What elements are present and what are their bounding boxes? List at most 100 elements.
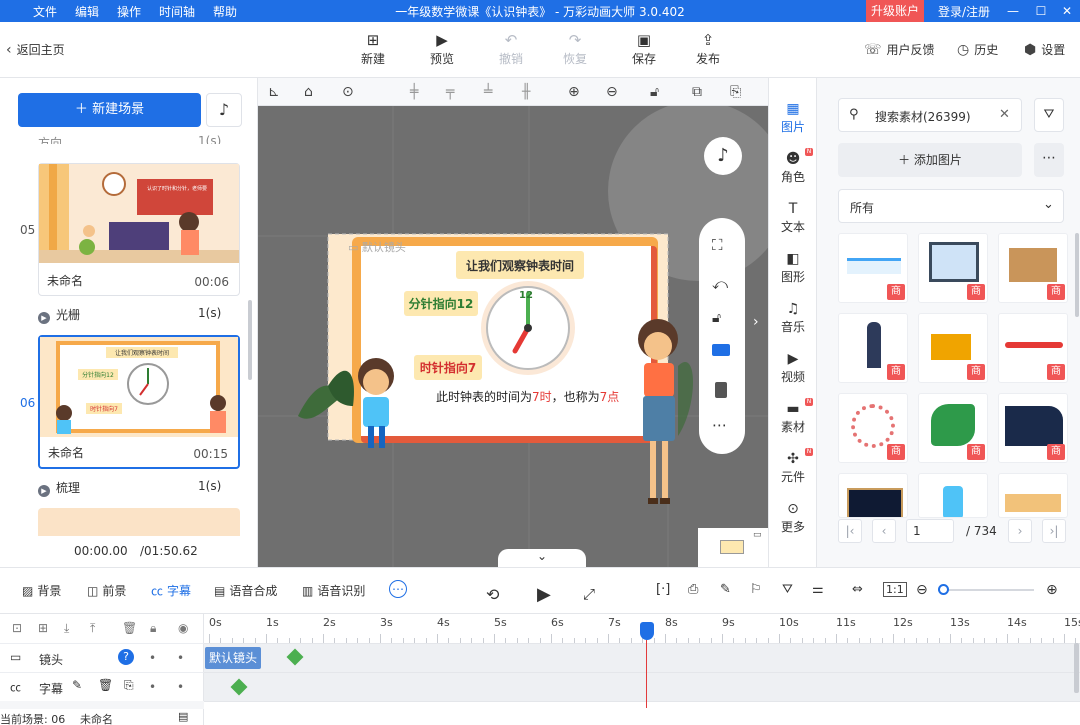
zoom-out-icon[interactable]: ⊖ — [606, 84, 618, 100]
more-circle-icon[interactable]: ⊙ — [342, 84, 354, 100]
fit-width-icon[interactable]: ⇔ — [852, 582, 863, 597]
help-icon[interactable]: ? — [118, 649, 134, 665]
feedback-button[interactable]: ☏ 用户反馈 — [864, 41, 935, 58]
publish-button[interactable]: ⇪ 发布 — [683, 30, 733, 67]
camera-icon[interactable]: ⎙ — [688, 582, 698, 597]
track-dot[interactable]: • — [149, 680, 156, 694]
replay-icon[interactable]: ⟲ — [486, 585, 499, 604]
new-scene-button[interactable]: ＋ 新建场景 — [18, 93, 201, 127]
rotate-icon[interactable]: ⤺ — [712, 275, 728, 293]
transition-row[interactable]: ▶ 梳理 — [38, 479, 80, 497]
pen-icon[interactable]: ✎ — [720, 582, 731, 597]
asset-scrollbar[interactable] — [1075, 233, 1079, 317]
fullscreen-icon[interactable]: ⤢ — [583, 585, 595, 603]
undo-button[interactable]: ↶ 撤销 — [486, 30, 536, 67]
asset-thumb[interactable]: 商 — [918, 393, 988, 463]
redo-button[interactable]: ↷ 恢复 — [550, 30, 600, 67]
asset-thumb[interactable]: 商 — [838, 313, 908, 383]
asset-thumb[interactable]: 商 — [918, 313, 988, 383]
more-button[interactable]: ⋯ — [1034, 143, 1064, 177]
transition-row[interactable]: ▶ 光栅 — [38, 306, 80, 324]
align-center-icon[interactable]: ╪ — [410, 84, 418, 100]
mini-preview[interactable]: ▭ — [698, 528, 768, 567]
zoom-out-icon[interactable]: ⊖ — [916, 582, 928, 598]
track-dot[interactable]: • — [177, 651, 184, 665]
timeline-scrollbar[interactable] — [1074, 643, 1079, 693]
category-music[interactable]: ♫ 音乐 — [769, 300, 817, 335]
last-page-icon[interactable]: ›| — [1042, 519, 1066, 543]
edit-icon[interactable]: ✎ — [72, 678, 82, 692]
hour-label[interactable]: 时针指向7 — [414, 359, 482, 376]
maximize-icon[interactable]: ☐ — [1032, 2, 1050, 20]
asset-thumb[interactable]: 商 — [998, 393, 1068, 463]
page-input[interactable]: 1 — [906, 519, 954, 543]
home-icon[interactable]: ⌂ — [304, 84, 313, 100]
track-dot[interactable]: • — [149, 651, 156, 665]
ratio-icon[interactable]: 1:1 — [883, 582, 907, 597]
asset-thumb[interactable]: 商 — [838, 393, 908, 463]
filter-button[interactable]: ⛛ — [1034, 98, 1064, 132]
scene-card-05[interactable]: 认识了时针和分针，老师要 未命名 00:06 — [38, 163, 240, 296]
import-icon[interactable]: ⎘ — [124, 678, 134, 693]
zoom-slider-track[interactable] — [938, 589, 1034, 591]
category-shape[interactable]: ◧ 图形 — [769, 250, 817, 285]
asset-thumb[interactable] — [998, 473, 1068, 518]
track-camera[interactable]: ▭ 镜头 ? • • — [0, 643, 204, 672]
move-down-icon[interactable]: ⤓ — [64, 621, 69, 636]
login-link[interactable]: 登录/注册 — [938, 3, 990, 20]
delete-icon[interactable]: 🗑︎ — [98, 678, 113, 692]
default-camera-clip[interactable]: 默认镜头 — [205, 647, 261, 669]
history-button[interactable]: ◷ 历史 — [957, 41, 998, 58]
ruler-icon[interactable]: ⊾ — [268, 84, 280, 100]
scene-card-06[interactable]: 让我们观察钟表时间 分针指向12 时针指向7 未命名 00:15 — [38, 335, 240, 469]
tts-button[interactable]: ▤ 语音合成 — [214, 582, 277, 599]
scene-music-button[interactable]: ♪ — [206, 93, 242, 127]
play-icon[interactable]: ▶ — [537, 584, 551, 605]
minute-label[interactable]: 分针指向12 — [404, 295, 478, 312]
category-text[interactable]: T 文本 — [769, 200, 817, 235]
delete-icon[interactable]: 🗑︎ — [122, 621, 137, 635]
asset-thumb[interactable]: 商 — [998, 313, 1068, 383]
collapse-button[interactable]: ⌄ — [498, 549, 586, 567]
asset-thumb[interactable] — [918, 473, 988, 518]
folder-icon[interactable]: ⊡ — [12, 621, 22, 635]
phone-icon[interactable] — [715, 382, 727, 398]
scene-name[interactable]: 未命名 — [48, 444, 84, 461]
asset-thumb[interactable]: 商 — [918, 233, 988, 303]
prev-page-icon[interactable]: ‹ — [872, 519, 896, 543]
mini-preview-icon[interactable]: ▭ — [753, 530, 762, 540]
bracket-icon[interactable]: [·] — [656, 582, 670, 597]
align-bottom-icon[interactable]: ╧ — [484, 84, 492, 100]
fit-screen-icon[interactable]: ⛶ — [712, 236, 723, 254]
search-input[interactable]: 搜索素材(26399) — [875, 108, 971, 125]
adjust-icon[interactable]: ⚌ — [812, 582, 824, 597]
settings-button[interactable]: ⬢ 设置 — [1024, 41, 1065, 58]
background-button[interactable]: ▨ 背景 — [22, 582, 61, 599]
screen-icon[interactable] — [712, 344, 730, 356]
scene-card-partial[interactable] — [38, 508, 240, 536]
track-dot[interactable]: • — [177, 680, 184, 694]
eye-icon[interactable]: ◉ — [178, 621, 188, 635]
add-keyframe-icon[interactable] — [230, 678, 248, 696]
lock-icon[interactable]: 🔓︎ — [650, 84, 659, 100]
category-more[interactable]: ⊙ 更多 — [769, 500, 817, 535]
track-subtitle[interactable]: ㏄ 字幕 ✎ 🗑︎ ⎘ • • — [0, 672, 204, 701]
asset-thumb[interactable]: 商 — [838, 233, 908, 303]
slide-title[interactable]: 让我们观察钟表时间 — [456, 257, 584, 274]
add-folder-icon[interactable]: ⊞ — [38, 621, 48, 635]
align-top-icon[interactable]: ╤ — [446, 84, 454, 100]
upgrade-button[interactable]: 升级账户 — [866, 0, 924, 22]
category-video[interactable]: ▶ 视频 — [769, 350, 817, 385]
slide-sentence[interactable]: 此时钟表的时间为7时，也称为7点 — [436, 388, 619, 405]
asset-thumb[interactable] — [838, 473, 908, 518]
foreground-button[interactable]: ◫ 前景 — [87, 582, 126, 599]
stage-music-button[interactable]: ♪ — [704, 137, 742, 175]
canvas-area[interactable]: ⊾ ⌂ ⊙ ╪ ╤ ╧ ╫ ⊕ ⊖ 🔓︎ ⧉ ⎘ ▭ 默认镜头 让我们观察钟表时… — [258, 78, 768, 567]
clear-icon[interactable]: ✕ — [999, 107, 1010, 122]
close-icon[interactable]: ✕ — [1058, 2, 1076, 20]
filter-icon[interactable]: ⛛ — [782, 582, 793, 597]
asr-button[interactable]: ▥ 语音识别 — [302, 582, 365, 599]
more-dots-icon[interactable]: ⋯ — [712, 416, 727, 434]
next-page-icon[interactable]: › — [1008, 519, 1032, 543]
unlock-icon[interactable]: 🔓︎ — [712, 310, 721, 326]
